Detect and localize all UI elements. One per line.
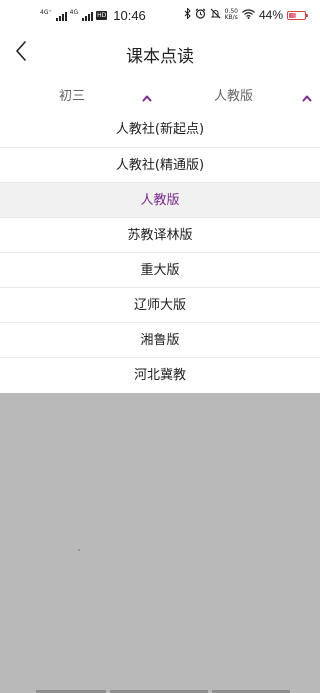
status-right: 0.50 KB/s 44% xyxy=(184,7,308,22)
edition-filter-label: 人教版 xyxy=(214,89,254,104)
speed-unit: KB/s xyxy=(224,14,238,21)
status-left: 4G⁺ 4G HD 10:46 xyxy=(40,8,146,23)
status-time: 10:46 xyxy=(113,8,146,23)
status-bar: 4G⁺ 4G HD 10:46 0.50 KB/s 44% xyxy=(0,0,320,34)
filter-bar: 初三 人教版 xyxy=(0,74,320,112)
network-speed: 0.50 KB/s xyxy=(225,9,238,21)
battery-icon xyxy=(287,10,308,20)
edition-dropdown: 人教社(新起点) 人教社(精通版) 人教版 苏教译林版 重大版 辽师大版 湘鲁版… xyxy=(0,112,320,392)
edition-option[interactable]: 湘鲁版 xyxy=(0,322,320,357)
grade-filter[interactable]: 初三 xyxy=(0,74,160,112)
signal-icon xyxy=(55,11,67,21)
hd-badge: HD xyxy=(96,11,108,20)
edition-option[interactable]: 人教社(新起点) xyxy=(0,112,320,147)
edition-option[interactable]: 人教社(精通版) xyxy=(0,147,320,182)
battery-fill xyxy=(289,12,296,18)
nav-bar: 课本点读 xyxy=(0,34,320,72)
signal-icon xyxy=(82,11,94,21)
edition-option[interactable]: 苏教译林版 xyxy=(0,217,320,252)
edition-filter[interactable]: 人教版 xyxy=(160,74,320,112)
caret-up-icon xyxy=(142,87,152,102)
battery-percent: 44% xyxy=(258,8,283,22)
edition-option[interactable]: 辽师大版 xyxy=(0,287,320,322)
bluetooth-icon xyxy=(184,7,191,22)
alarm-icon xyxy=(195,8,206,22)
mute-icon xyxy=(210,8,221,22)
dropdown-overlay[interactable] xyxy=(0,393,320,693)
overlay-speck xyxy=(78,549,80,551)
edition-option[interactable]: 河北冀教 xyxy=(0,357,320,392)
grade-filter-label: 初三 xyxy=(59,89,86,104)
network-type-1: 4G⁺ xyxy=(40,8,52,16)
wifi-icon xyxy=(242,8,255,22)
caret-up-icon xyxy=(302,87,312,102)
page-title: 课本点读 xyxy=(126,47,194,67)
edition-option[interactable]: 重大版 xyxy=(0,252,320,287)
edition-option-selected[interactable]: 人教版 xyxy=(0,182,320,217)
network-type-2: 4G xyxy=(69,8,79,16)
